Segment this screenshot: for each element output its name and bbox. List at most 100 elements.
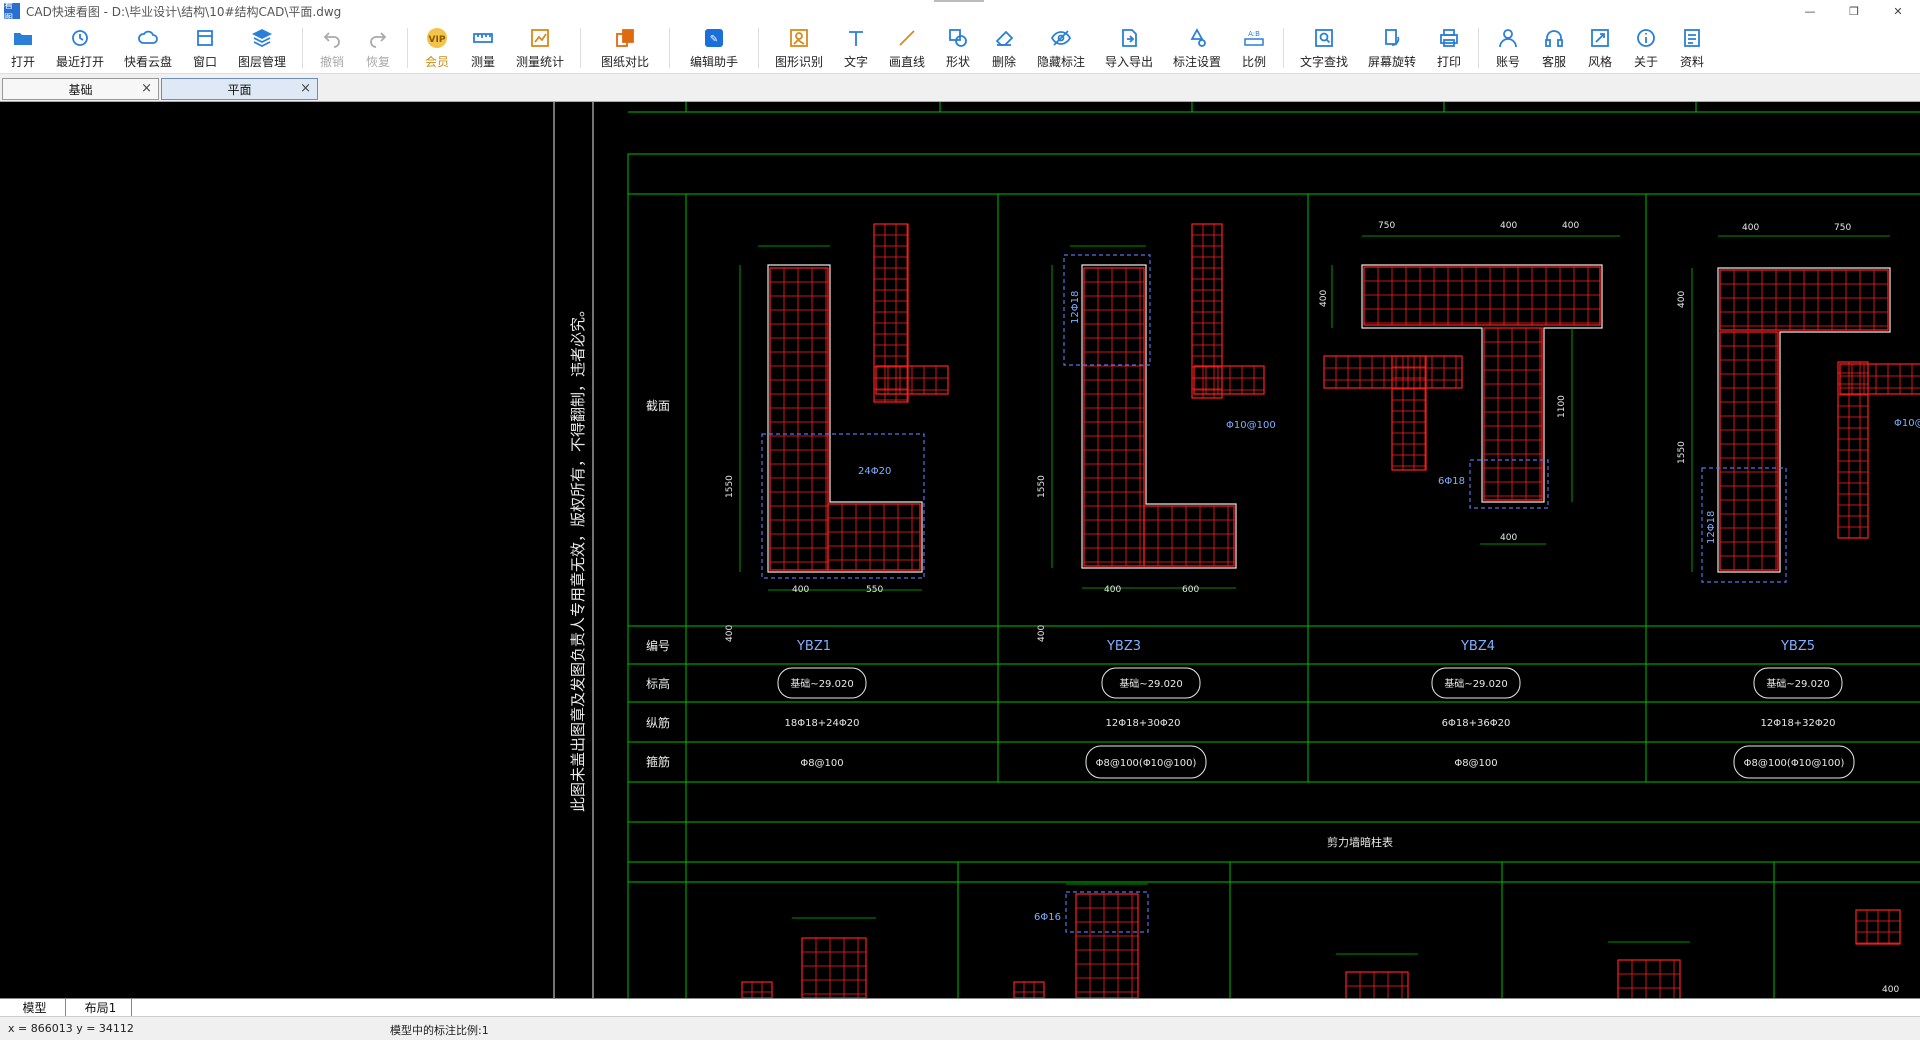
rebar-outline bbox=[1617, 959, 1681, 998]
line-button[interactable]: 画直线 bbox=[879, 22, 935, 74]
redo-button[interactable]: 恢复 bbox=[355, 22, 401, 74]
text-icon bbox=[844, 26, 868, 50]
rebar-outline bbox=[741, 981, 773, 998]
tab-foundation[interactable]: 基础 × bbox=[2, 78, 159, 100]
toolbar-label: 恢复 bbox=[365, 55, 390, 69]
restore-button[interactable]: ❐ bbox=[1832, 0, 1876, 22]
column-id-ybz5: YBZ5 bbox=[1780, 639, 1815, 654]
toolbar-label: 测量统计 bbox=[515, 55, 564, 69]
delete-button[interactable]: 删除 bbox=[981, 22, 1027, 74]
info-icon bbox=[1634, 26, 1658, 50]
cad-drawing[interactable]: 此图未盖出图章及发图负责人专用章无效，版权所有，不得翻制，违者必究。 截面 编号… bbox=[0, 102, 1920, 998]
toolbar-label: 画直线 bbox=[888, 55, 925, 69]
rebar-outline bbox=[1083, 267, 1145, 567]
annot-bar: 6Φ18 bbox=[1438, 476, 1465, 487]
about-button[interactable]: 关于 bbox=[1623, 22, 1669, 74]
annotation-scale: 模型中的标注比例:1 bbox=[390, 1024, 489, 1037]
import-export-icon bbox=[1117, 26, 1141, 50]
shape-recog-button[interactable]: 图形识别 bbox=[765, 22, 833, 74]
lower-table bbox=[627, 821, 1920, 998]
undo-icon bbox=[320, 26, 344, 50]
rebar-outline bbox=[769, 267, 829, 571]
dim-text: 400 bbox=[1500, 221, 1517, 231]
measure-button[interactable]: 测量 bbox=[460, 22, 506, 74]
cloud-icon bbox=[136, 26, 160, 50]
print-button[interactable]: 打印 bbox=[1426, 22, 1472, 74]
window-title: CAD快速看图 - D:\毕业设计\结构\10#结构CAD\平面.dwg bbox=[26, 4, 342, 19]
vip-icon: VIP bbox=[425, 26, 449, 50]
edit-helper-icon: ✎ bbox=[702, 26, 726, 50]
row-label-section: 截面 bbox=[646, 399, 670, 413]
recent-button[interactable]: 最近打开 bbox=[46, 22, 114, 74]
rebar-outline bbox=[1345, 971, 1409, 998]
svg-text:✎: ✎ bbox=[710, 34, 718, 45]
resources-button[interactable]: 资料 bbox=[1669, 22, 1715, 74]
toolbar-label: 文字查找 bbox=[1299, 55, 1348, 69]
dim-text: 400 bbox=[1104, 585, 1121, 595]
toolbar-label: 撤销 bbox=[319, 55, 344, 69]
vip-button[interactable]: VIP 会员 bbox=[414, 22, 460, 74]
text-button[interactable]: 文字 bbox=[833, 22, 879, 74]
column-id-ybz4: YBZ4 bbox=[1460, 639, 1495, 654]
text-search-button[interactable]: 文字查找 bbox=[1290, 22, 1358, 74]
drawing-canvas[interactable]: 此图未盖出图章及发图负责人专用章无效，版权所有，不得翻制，违者必究。 截面 编号… bbox=[0, 102, 1920, 998]
tab-label: 基础 bbox=[68, 82, 93, 97]
toolbar-label: 标注设置 bbox=[1172, 55, 1221, 69]
layers-button[interactable]: 图层管理 bbox=[228, 22, 296, 74]
style-button[interactable]: 风格 bbox=[1577, 22, 1623, 74]
rebar-outline bbox=[1075, 893, 1139, 998]
annot-bar: 12Φ18 bbox=[1070, 291, 1081, 324]
folder-open-icon bbox=[11, 26, 35, 50]
tab-layout1[interactable]: 布局1 bbox=[70, 999, 132, 1016]
vertical-copyright-note: 此图未盖出图章及发图负责人专用章无效，版权所有，不得翻制，违者必究。 bbox=[569, 302, 587, 812]
toolbar-label: 窗口 bbox=[192, 55, 217, 69]
window-button[interactable]: 窗口 bbox=[182, 22, 228, 74]
hide-marks-button[interactable]: 隐藏标注 bbox=[1027, 22, 1095, 74]
tab-close-icon[interactable]: × bbox=[141, 81, 152, 96]
headset-icon bbox=[1542, 26, 1566, 50]
tab-close-icon[interactable]: × bbox=[300, 81, 311, 96]
cursor-coordinates: x = 866013 y = 34112 bbox=[8, 1022, 134, 1035]
edit-helper-button[interactable]: ✎ 编辑助手 bbox=[676, 22, 752, 74]
mark-settings-button[interactable]: 标注设置 bbox=[1163, 22, 1231, 74]
open-button[interactable]: 打开 bbox=[0, 22, 46, 74]
toolbar-label: 图层管理 bbox=[237, 55, 286, 69]
redo-icon bbox=[366, 26, 390, 50]
import-export-button[interactable]: 导入导出 bbox=[1095, 22, 1163, 74]
scale-button[interactable]: A:B 比例 bbox=[1231, 22, 1277, 74]
dim-text: 1550 bbox=[1677, 441, 1687, 464]
dim-text: 600 bbox=[1182, 585, 1199, 595]
compare-button[interactable]: 图纸对比 bbox=[587, 22, 663, 74]
concrete-outline bbox=[1081, 264, 1237, 569]
dim-text: 1100 bbox=[1557, 395, 1567, 418]
concrete-outline bbox=[1361, 264, 1603, 503]
drag-handle[interactable] bbox=[934, 0, 984, 2]
undo-button[interactable]: 撤销 bbox=[309, 22, 355, 74]
style-icon bbox=[1588, 26, 1612, 50]
toolbar-separator bbox=[1478, 28, 1479, 68]
rotate-button[interactable]: 屏幕旋转 bbox=[1358, 22, 1426, 74]
dim-text: 400 bbox=[725, 625, 735, 642]
dim-text: 400 bbox=[1677, 291, 1687, 308]
printer-icon bbox=[1437, 26, 1461, 50]
close-button[interactable]: ✕ bbox=[1876, 0, 1920, 22]
dim-text: 1550 bbox=[725, 475, 735, 498]
toolbar-label: 比例 bbox=[1241, 55, 1266, 69]
user-icon bbox=[1496, 26, 1520, 50]
shape-button[interactable]: 形状 bbox=[935, 22, 981, 74]
toolbar-separator bbox=[758, 28, 759, 68]
column-long-ybz3: 12Φ18+30Φ20 bbox=[1105, 718, 1180, 729]
minimize-button[interactable]: — bbox=[1788, 0, 1832, 22]
eye-hide-icon bbox=[1049, 26, 1073, 50]
tab-plan[interactable]: 平面 × bbox=[161, 78, 318, 100]
measure-stats-button[interactable]: 测量统计 bbox=[506, 22, 574, 74]
tab-label: 平面 bbox=[227, 82, 252, 97]
tab-model[interactable]: 模型 bbox=[4, 999, 66, 1016]
cloud-button[interactable]: 快看云盘 bbox=[114, 22, 182, 74]
dashed-region bbox=[1065, 891, 1149, 933]
column-long-ybz1: 18Φ18+24Φ20 bbox=[784, 718, 859, 729]
column-id-ybz3: YBZ3 bbox=[1106, 639, 1141, 654]
account-button[interactable]: 账号 bbox=[1485, 22, 1531, 74]
dim-text: 400 bbox=[1037, 625, 1047, 642]
support-button[interactable]: 客服 bbox=[1531, 22, 1577, 74]
